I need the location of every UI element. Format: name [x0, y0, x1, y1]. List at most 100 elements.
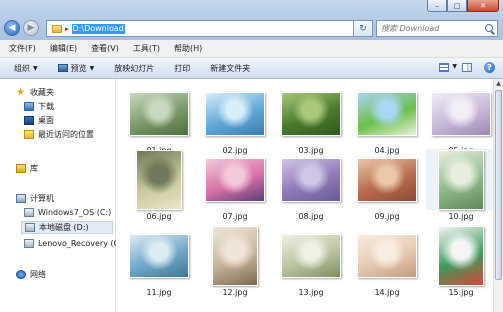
nav-recent[interactable]: 最近访问的位置 — [24, 129, 94, 140]
organize-button[interactable]: 组织 ▼ — [0, 63, 48, 74]
maximize-button[interactable]: □ — [447, 0, 467, 12]
vertical-scrollbar[interactable]: ▲ — [493, 79, 503, 312]
view-options-icon[interactable] — [439, 63, 449, 72]
thumbnail-frame — [426, 149, 496, 210]
nav-downloads[interactable]: 下载 — [24, 101, 54, 112]
title-bar: – □ ✕ ◀ ▶ ▸ D:\Download ▼ ↻ — [0, 0, 503, 40]
file-item[interactable]: 11.jpg — [124, 225, 194, 298]
search-box[interactable] — [376, 20, 498, 37]
file-item[interactable]: 02.jpg — [200, 83, 270, 156]
nav-label: Lenovo_Recovery (C — [38, 239, 120, 248]
file-name: 06.jpg — [146, 212, 172, 221]
scroll-up-arrow-icon[interactable]: ▲ — [495, 80, 502, 88]
thumbnail-frame — [276, 149, 346, 210]
file-item[interactable]: 12.jpg — [200, 225, 270, 298]
organize-label: 组织 — [14, 63, 30, 73]
menu-file[interactable]: 文件(F) — [0, 43, 41, 54]
thumbnail-frame — [352, 83, 422, 144]
file-item[interactable]: 10.jpg — [426, 149, 496, 222]
file-item[interactable]: 15.jpg — [426, 225, 496, 298]
preview-pane-icon[interactable] — [462, 63, 472, 72]
nav-drive-d[interactable]: 本地磁盘 (D:) — [21, 221, 113, 234]
chevron-down-icon[interactable]: ▼ — [452, 63, 457, 70]
preview-label: 预览 — [70, 63, 87, 73]
nav-drive-c[interactable]: Windows7_OS (C:) — [24, 208, 111, 217]
nav-label: 计算机 — [30, 194, 54, 203]
file-item[interactable]: 13.jpg — [276, 225, 346, 298]
nav-favorites[interactable]: ★ 收藏夹 — [16, 87, 54, 98]
thumbnail-frame — [200, 225, 270, 286]
nav-label: 最近访问的位置 — [38, 130, 94, 139]
forward-button[interactable]: ▶ — [23, 20, 39, 36]
image-thumbnail — [205, 91, 265, 136]
file-item[interactable]: 05.jpg — [426, 83, 496, 156]
refresh-icon: ↻ — [359, 23, 367, 34]
menu-tools[interactable]: 工具(T) — [124, 43, 165, 54]
thumbnail-frame — [124, 149, 194, 210]
file-item[interactable]: 03.jpg — [276, 83, 346, 156]
new-folder-button[interactable]: 新建文件夹 — [200, 63, 260, 74]
hard-drive-icon — [24, 239, 34, 248]
file-item[interactable]: 07.jpg — [200, 149, 270, 222]
file-item[interactable]: 06.jpg — [124, 149, 194, 222]
image-thumbnail — [438, 149, 484, 210]
address-bar[interactable]: ▸ D:\Download ▼ — [46, 20, 366, 37]
thumbnail-frame — [200, 149, 270, 210]
print-button[interactable]: 打印 — [164, 63, 200, 74]
nav-libraries[interactable]: 库 — [16, 163, 38, 174]
thumbnail-frame — [200, 83, 270, 144]
forward-arrow-icon: ▶ — [27, 23, 35, 33]
thumbnail-frame — [426, 83, 496, 144]
preview-icon — [57, 64, 68, 72]
minimize-button[interactable]: – — [427, 0, 447, 12]
preview-button[interactable]: 预览 ▼ — [48, 63, 105, 74]
file-name: 07.jpg — [222, 212, 248, 221]
thumbnail-frame — [124, 225, 194, 286]
refresh-button[interactable]: ↻ — [353, 20, 373, 37]
chevron-down-icon: ▼ — [89, 64, 95, 72]
file-name: 12.jpg — [222, 288, 248, 297]
close-button[interactable]: ✕ — [467, 0, 499, 12]
image-thumbnail — [212, 225, 258, 286]
chevron-down-icon: ▼ — [33, 64, 38, 72]
hard-drive-icon — [25, 223, 35, 232]
help-icon[interactable]: ? — [484, 62, 495, 73]
file-item[interactable]: 09.jpg — [352, 149, 422, 222]
address-path[interactable]: D:\Download — [71, 23, 125, 34]
windows-drive-icon — [24, 208, 34, 217]
nav-desktop[interactable]: 桌面 — [24, 115, 54, 126]
file-name: 08.jpg — [298, 212, 324, 221]
nav-network[interactable]: 网络 — [16, 269, 46, 280]
menu-help[interactable]: 帮助(H) — [165, 43, 207, 54]
search-input[interactable] — [377, 22, 481, 35]
slideshow-button[interactable]: 放映幻灯片 — [104, 63, 164, 74]
star-icon: ★ — [16, 87, 25, 98]
nav-drive-recovery[interactable]: Lenovo_Recovery (C — [24, 239, 119, 248]
menu-view[interactable]: 查看(V) — [82, 43, 124, 54]
search-icon[interactable] — [485, 24, 493, 32]
file-name: 11.jpg — [146, 288, 172, 297]
desktop-icon — [24, 116, 34, 125]
file-item[interactable]: 01.jpg — [124, 83, 194, 156]
nav-label: Windows7_OS (C:) — [38, 208, 112, 217]
nav-label: 库 — [30, 164, 38, 173]
back-button[interactable]: ◀ — [4, 20, 20, 36]
library-icon — [16, 164, 26, 173]
folder-icon — [52, 24, 62, 33]
image-thumbnail — [136, 149, 182, 210]
file-item[interactable]: 04.jpg — [352, 83, 422, 156]
file-item[interactable]: 14.jpg — [352, 225, 422, 298]
back-arrow-icon: ◀ — [8, 23, 16, 33]
thumbnail-frame — [426, 225, 496, 286]
thumbnail-frame — [352, 225, 422, 286]
menu-edit[interactable]: 编辑(E) — [41, 43, 82, 54]
file-item[interactable]: 08.jpg — [276, 149, 346, 222]
image-thumbnail — [281, 233, 341, 278]
nav-label: 本地磁盘 (D:) — [39, 223, 89, 232]
breadcrumb-arrow-icon[interactable]: ▸ — [65, 25, 69, 33]
nav-computer[interactable]: 计算机 — [16, 193, 54, 204]
image-thumbnail — [357, 233, 417, 278]
downloads-folder-icon — [24, 102, 34, 111]
file-name: 14.jpg — [374, 288, 400, 297]
scroll-thumb[interactable] — [495, 90, 502, 280]
